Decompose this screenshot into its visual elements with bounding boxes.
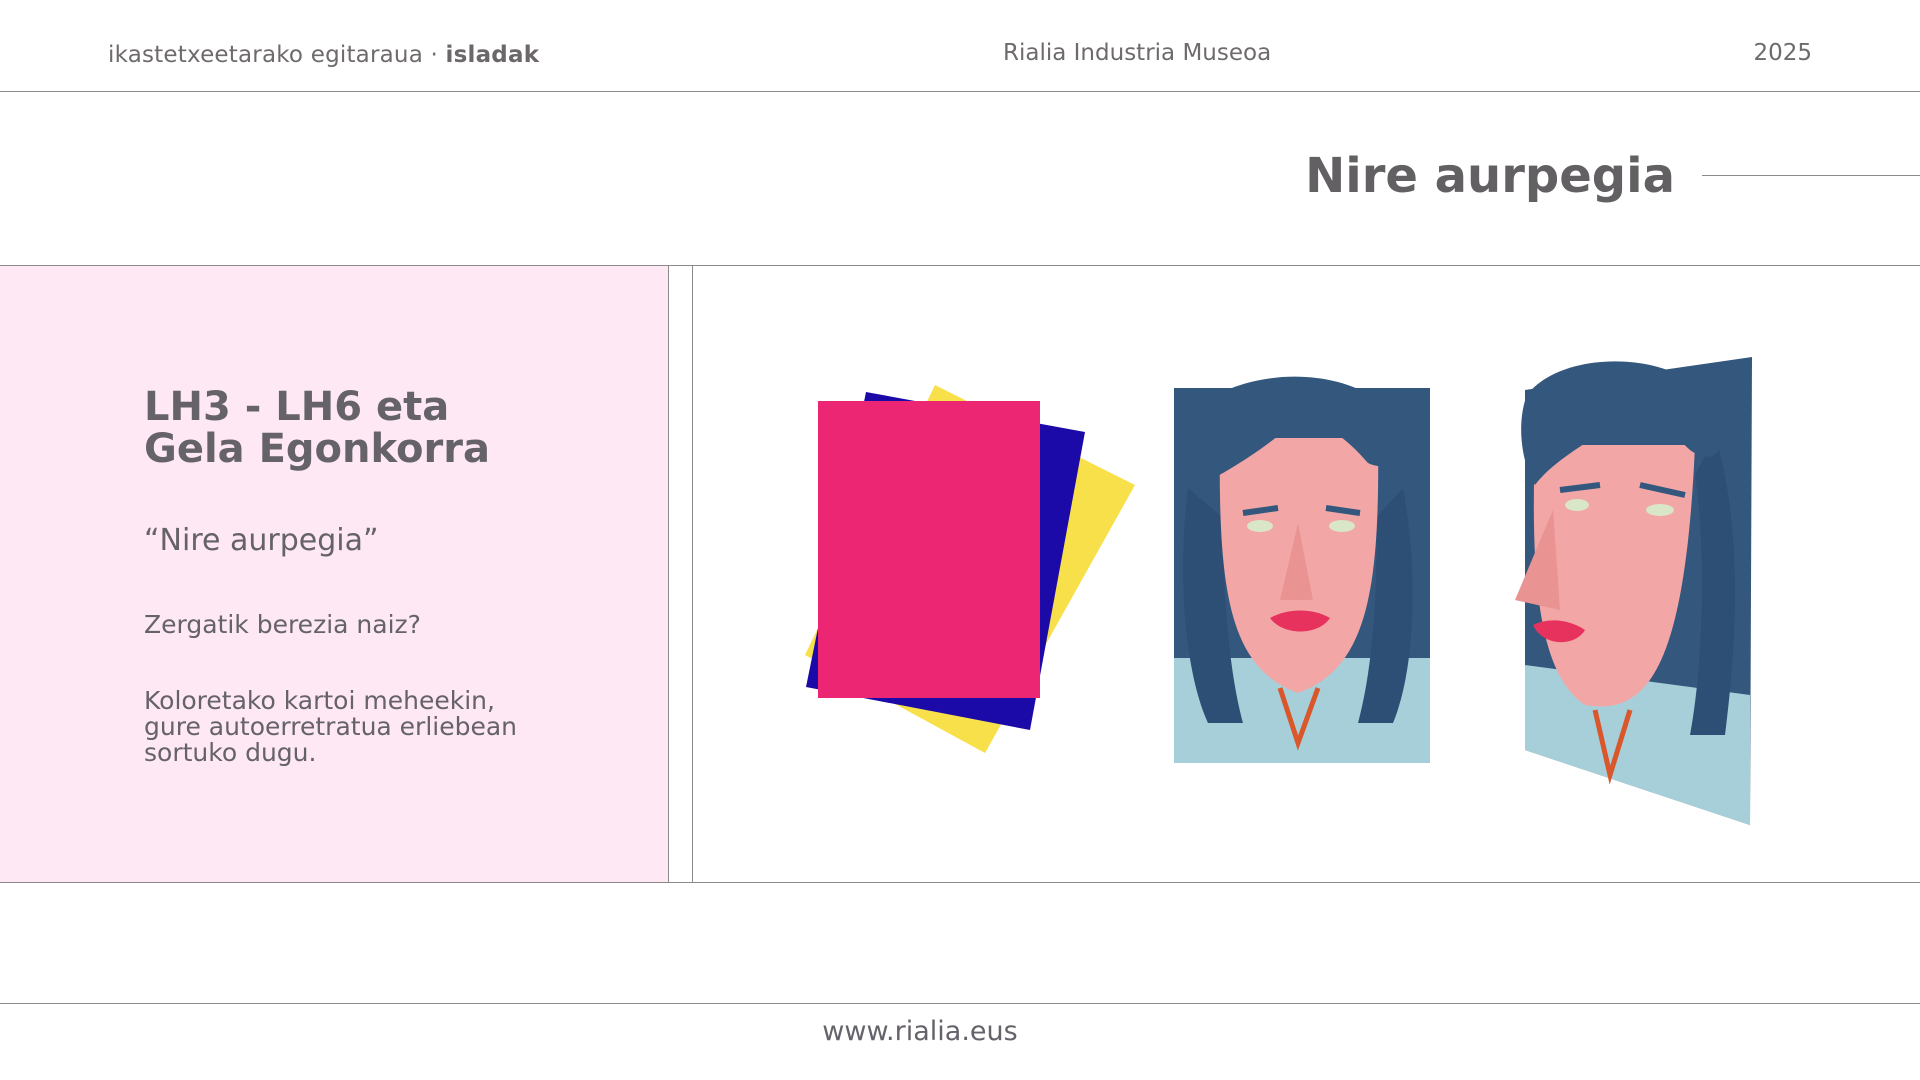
activity-description: Koloretako kartoi meheekin, gure autoerr… [144,688,564,766]
program-text: ikastetxeetarako egitaraua · [108,42,446,68]
eye-right [1329,520,1355,532]
level-line-2: Gela Egonkorra [144,426,490,472]
level-heading: LH3 - LH6 eta Gela Egonkorra [144,386,490,470]
program-brand: isladak [445,42,540,68]
level-line-1: LH3 - LH6 eta [144,384,450,430]
info-panel [0,266,669,882]
description-line-1: Koloretako kartoi meheekin, [144,686,495,715]
title-rule [1702,175,1920,176]
museum-name: Rialia Industria Museoa [1003,40,1272,66]
eye-right [1646,504,1674,516]
header-divider [0,91,1920,92]
activity-quote: “Nire aurpegia” [144,523,379,558]
program-label: ikastetxeetarako egitaraua · isladak [108,42,539,68]
colored-cards-illustration [805,385,1135,753]
activity-question: Zergatik berezia naiz? [144,610,421,639]
year-label: 2025 [1753,40,1812,66]
content-bottom-divider [0,882,1920,883]
footer-url[interactable]: www.rialia.eus [0,1016,1840,1047]
page-title: Nire aurpegia [1305,148,1675,204]
portrait-side-photo [1515,357,1752,825]
description-line-3: sortuko dugu. [144,738,317,767]
eye-left [1565,499,1589,511]
portrait-front-photo [1174,376,1430,763]
eye-left [1247,520,1273,532]
footer-divider [0,1003,1920,1004]
panel-divider [692,266,693,882]
pink-card [818,401,1040,698]
description-line-2: gure autoerretratua erliebean [144,712,518,741]
